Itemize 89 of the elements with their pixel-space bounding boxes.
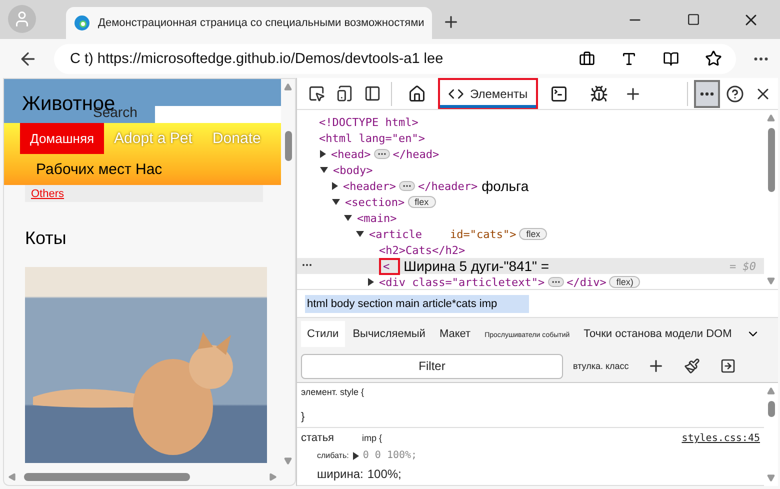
section-heading: Коты [25, 228, 68, 249]
tag-text: <header> [343, 180, 396, 192]
scroll-arrow-icon[interactable] [767, 387, 775, 395]
dom-tree-row[interactable]: < Ширина 5 дуги-"841" = = $0 [297, 258, 764, 274]
maximize-icon[interactable] [686, 13, 700, 26]
expanded-triangle-icon[interactable] [320, 167, 328, 173]
expand-triangle-icon[interactable] [352, 452, 359, 460]
scroll-arrow-icon[interactable] [284, 83, 292, 91]
nav-link[interactable]: Домашняя [20, 123, 104, 154]
selector-text: imp { [362, 433, 382, 443]
tab-title: Демонстрационная страница со специальными возможностями [98, 17, 424, 29]
ellipsis-icon[interactable] [398, 181, 415, 191]
tag-text: <main> [357, 212, 397, 224]
collapsed-triangle-icon[interactable] [332, 182, 338, 190]
dom-tree-row[interactable]: <head> </head> [297, 146, 764, 162]
scrollbar-thumb[interactable] [768, 401, 774, 417]
pane-tab[interactable]: Стили [301, 321, 345, 347]
scroll-arrow-icon[interactable] [767, 277, 775, 285]
tag-text: < [379, 258, 400, 274]
tag-text: <!DOCTYPE html> [319, 116, 418, 128]
source-link[interactable]: styles.css:45 [682, 433, 760, 444]
nav-link[interactable]: Рабочих мест Нас [26, 154, 172, 185]
terminal-icon [550, 84, 568, 102]
ellipsis-icon[interactable] [548, 277, 564, 287]
closing-tag-text: </header> [418, 180, 478, 192]
tag-text: <h2>Cats</h2> [379, 244, 466, 256]
home-icon [408, 84, 426, 102]
more-button[interactable] [694, 80, 720, 108]
selector-text: элемент. style { [301, 387, 364, 397]
dom-tree-row[interactable]: <main> [297, 210, 764, 226]
flex-badge[interactable]: flex) [609, 276, 640, 288]
tag-text: <div class="articletext"> [379, 276, 545, 288]
scrollbar-thumb[interactable] [768, 128, 774, 192]
briefcase-icon[interactable] [579, 50, 595, 66]
collapsed-triangle-icon[interactable] [368, 278, 374, 286]
filter-field[interactable]: Filter [301, 354, 563, 378]
address-text: C t) https://microsoftedge.github.io/Demos/devtools-a1 lee [70, 50, 444, 66]
elements-tab[interactable]: Элементы [438, 78, 538, 109]
pane-tab[interactable]: Макет [433, 321, 477, 347]
collapsed-triangle-icon[interactable] [320, 150, 326, 158]
pane-tab[interactable]: Точки останова модели DOM [578, 321, 738, 347]
tag-text: <body> [333, 164, 373, 176]
selector-text: статья [301, 432, 334, 444]
others-link[interactable]: Others [31, 188, 64, 200]
expanded-triangle-icon[interactable] [344, 215, 352, 221]
dom-tree-row[interactable]: <article id="cats"> flex [297, 226, 764, 242]
pane-tab[interactable]: Вычисляемый [346, 321, 432, 347]
dom-tree-row[interactable]: <h2>Cats</h2> [297, 242, 764, 258]
closing-tag-text: </head> [392, 148, 440, 160]
dom-tree-row[interactable]: <section> flex [297, 194, 764, 210]
property-name: ширина: [317, 467, 364, 481]
flex-badge[interactable]: flex [519, 228, 548, 240]
more-icon [700, 92, 714, 96]
brace-text: } [301, 411, 306, 423]
flex-badge[interactable]: flex [408, 196, 436, 208]
browser-tab[interactable]: Демонстрационная страница со специальными возможностями [66, 7, 432, 39]
note-text: фольга [482, 178, 529, 194]
breadcrumb-text[interactable]: html body section main article*cats imp [305, 294, 530, 312]
selected-node-text: = $0 [730, 260, 756, 272]
tag-text: <section> [345, 196, 405, 208]
bug-icon [590, 84, 608, 102]
reader-icon[interactable] [663, 50, 679, 66]
favorite-star-icon[interactable] [705, 50, 722, 67]
note-text: Ширина 5 дуги-"841" = [404, 258, 550, 274]
property-value: 0 0 100%; [362, 450, 418, 461]
scrollbar-thumb[interactable] [24, 473, 190, 481]
browser-logo-icon [74, 15, 90, 31]
property-value: 100%; [367, 467, 402, 481]
expanded-triangle-icon[interactable] [332, 199, 340, 205]
dom-tree-row[interactable]: <body> [297, 162, 764, 178]
scroll-arrow-icon[interactable] [767, 114, 775, 122]
tag-text: <html lang="en"> [319, 132, 425, 144]
dom-tree-row[interactable]: <!DOCTYPE html> [297, 114, 764, 130]
scroll-arrow-icon[interactable] [8, 473, 16, 481]
scrollbar-thumb[interactable] [284, 131, 292, 161]
tag-text: <head> [331, 148, 371, 160]
address-bar[interactable]: C t) https://microsoftedge.github.io/Demos/devtools-a1 lee [54, 44, 736, 74]
dom-tree-row[interactable]: <div class="articletext"> </div> flex) [297, 274, 764, 289]
expanded-triangle-icon[interactable] [356, 231, 364, 237]
dom-tree-row[interactable]: <html lang="en"> [297, 130, 764, 146]
dom-tree-row[interactable]: <header> </header> фольга [297, 178, 764, 194]
property-name: слибать: [317, 451, 349, 460]
read-aloud-icon[interactable] [621, 50, 637, 66]
closing-tag-text: </div> [566, 276, 606, 288]
tag-text: <article [369, 228, 422, 240]
ellipsis-icon[interactable] [374, 149, 390, 159]
scroll-arrow-icon[interactable] [767, 474, 775, 482]
hov-cls-button[interactable]: втулка. класс [573, 361, 629, 371]
attribute-text: id="cats"> [450, 228, 516, 240]
